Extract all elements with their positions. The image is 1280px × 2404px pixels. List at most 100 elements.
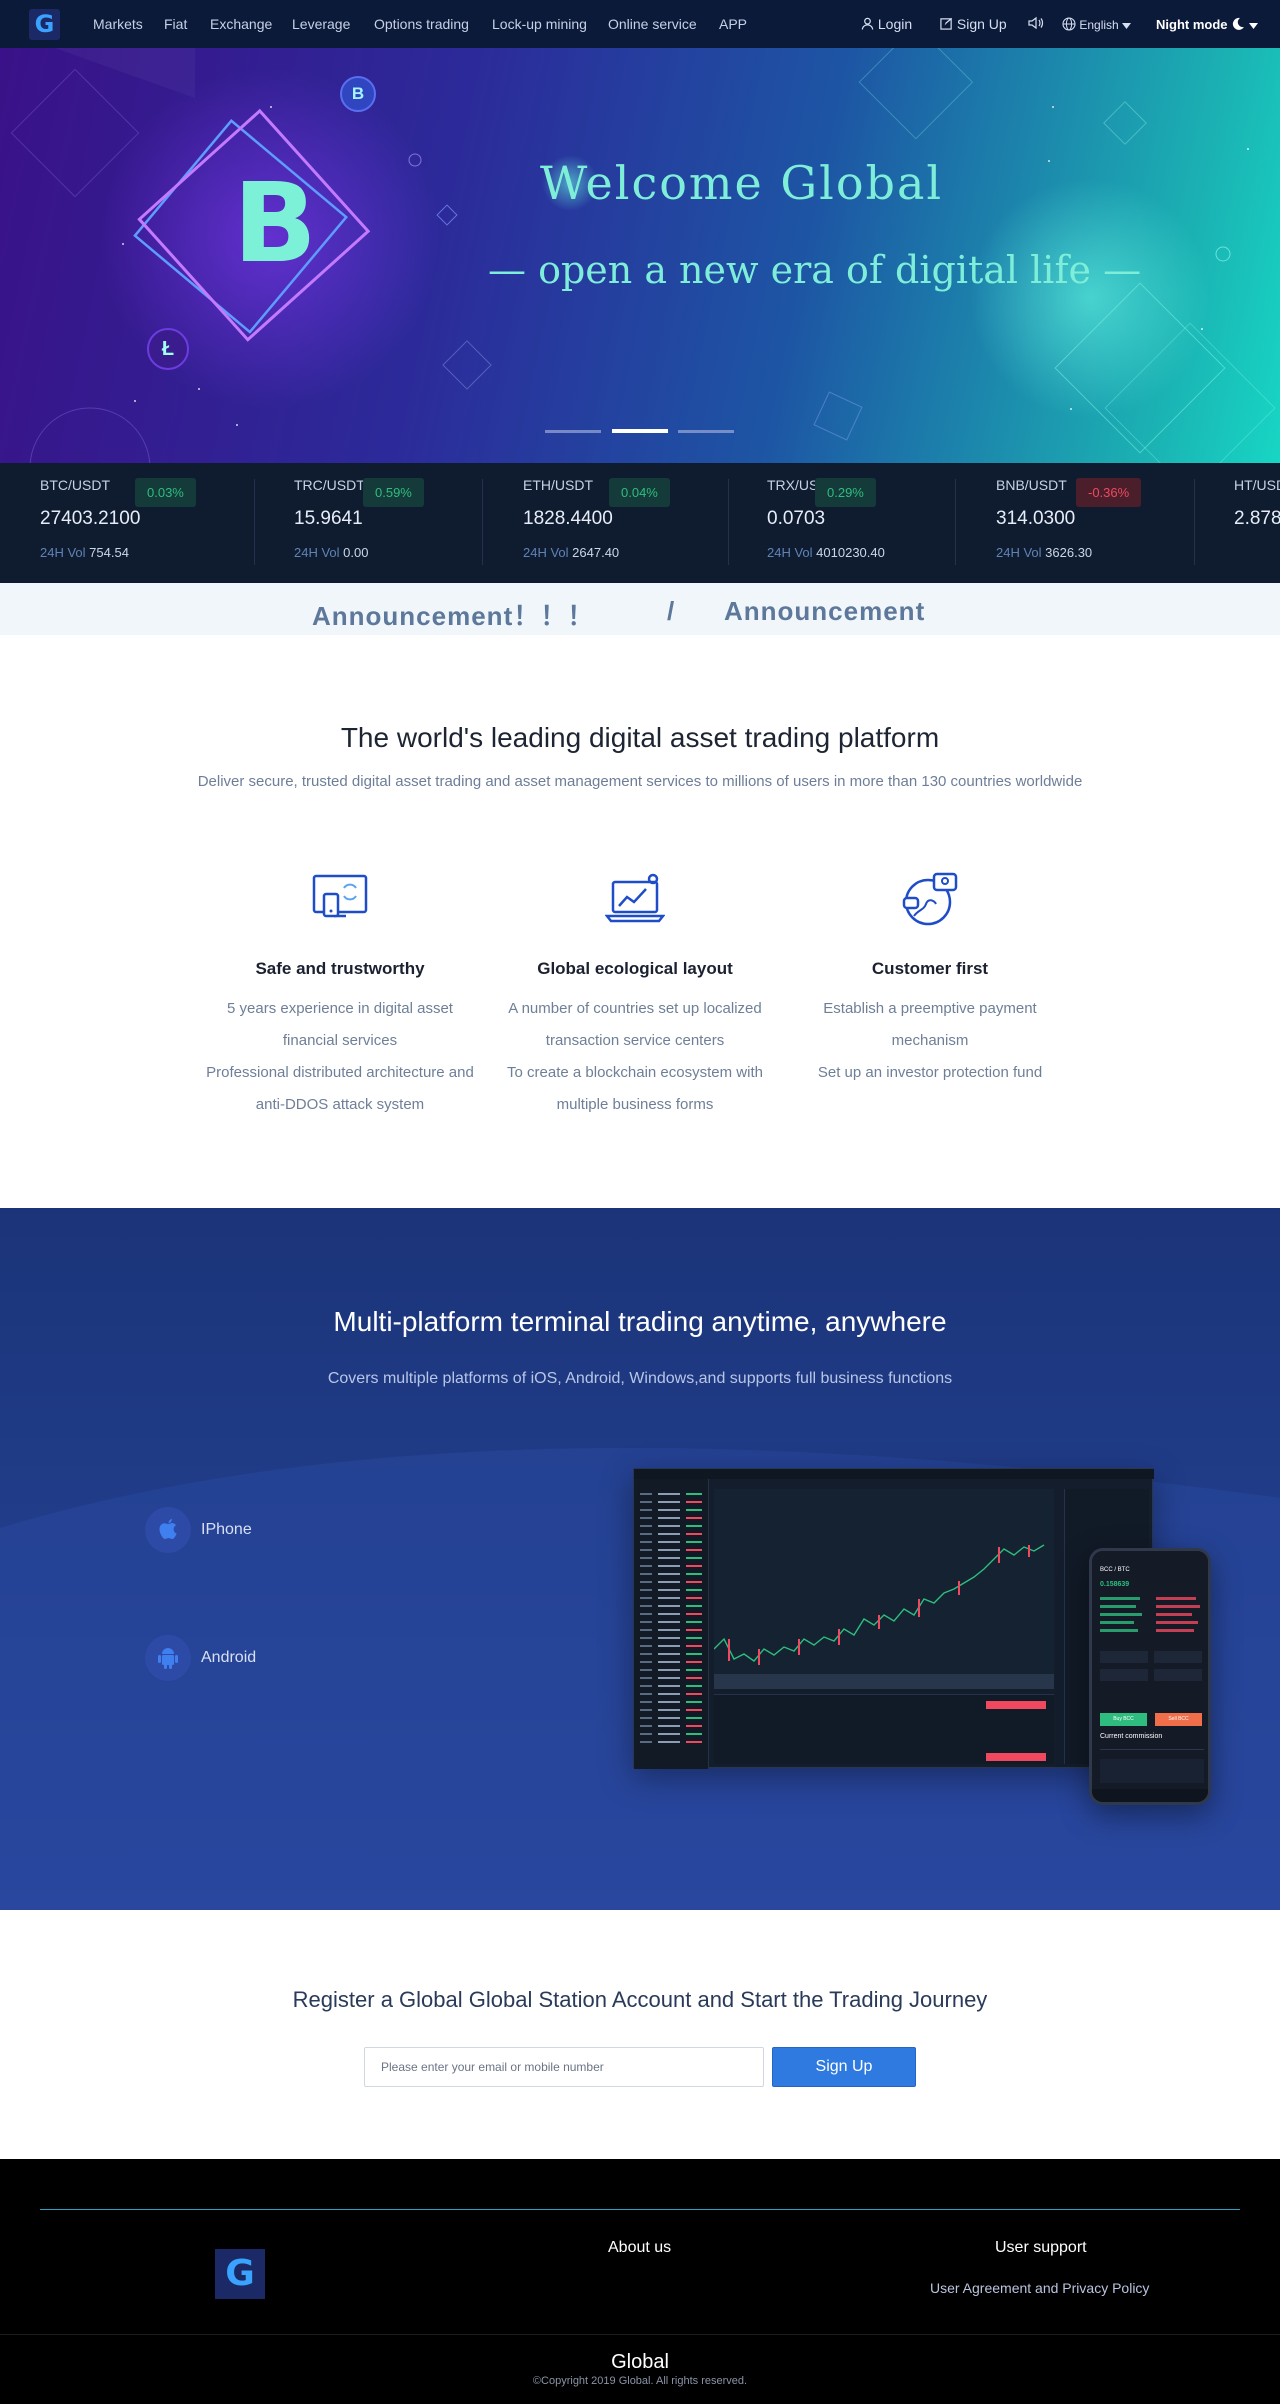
user-icon	[861, 17, 874, 30]
register-signup-button[interactable]: Sign Up	[772, 2047, 916, 2087]
ticker-volume: 24H Vol 4010230.40	[767, 545, 885, 560]
ticker-item[interactable]: ETH/USDT 0.04% 1828.4400 24H Vol 2647.40	[523, 463, 723, 583]
mockup-pair: BCC / BTC	[1100, 1567, 1130, 1573]
carousel-dot-3[interactable]	[678, 430, 734, 433]
ticker-volume: 24H Vol 0.00	[294, 545, 369, 560]
feature-line: A number of countries set up localized	[508, 1000, 762, 1017]
signup-link[interactable]: Sign Up	[940, 16, 1007, 32]
phone-trading-mockup: BCC / BTC 0.158639 Buy BCC Sell BCC Curr…	[1089, 1548, 1211, 1805]
language-select[interactable]: English	[1062, 17, 1132, 32]
carousel-dot-1[interactable]	[545, 430, 601, 433]
email-field[interactable]	[364, 2047, 764, 2087]
ticker-bar: BTC/USDT 0.03% 27403.2100 24H Vol 754.54…	[0, 463, 1280, 583]
platform-section: Multi-platform terminal trading anytime,…	[0, 1208, 1280, 1910]
mockup-commission: Current commission	[1100, 1733, 1163, 1740]
footer-logo-letter: G	[225, 2253, 255, 2294]
nav-markets[interactable]: Markets	[93, 16, 143, 32]
footer-copyright: ©Copyright 2019 Global. All rights reser…	[532, 2375, 748, 2387]
ticker-price: 0.0703	[767, 508, 826, 529]
top-nav: G Markets Fiat Exchange Leverage Options…	[0, 0, 1280, 48]
nav-app[interactable]: APP	[719, 16, 747, 32]
feature-line: 5 years experience in digital asset	[227, 1000, 453, 1017]
ticker-price: 2.878	[1234, 508, 1280, 529]
footer: G About us User support User Agreement a…	[0, 2159, 1280, 2404]
ticker-divider	[482, 479, 483, 565]
feature-title: Safe and trustworthy	[255, 959, 425, 978]
bitcoin-icon: B	[233, 159, 317, 287]
apple-icon	[159, 1519, 177, 1539]
laptop-chart-icon	[604, 873, 666, 923]
carousel-dot-2[interactable]	[612, 429, 668, 433]
signup-label: Sign Up	[956, 16, 1007, 32]
feature-line: multiple business forms	[556, 1096, 714, 1113]
feature-title: Global ecological layout	[537, 959, 733, 978]
hero-title: Welcome Global	[540, 156, 944, 210]
ticker-volume: 24H Vol 754.54	[40, 545, 129, 560]
platform-title: Multi-platform terminal trading anytime,…	[333, 1306, 947, 1337]
ticker-price: 15.9641	[294, 508, 363, 529]
ticker-change: 0.03%	[135, 478, 196, 507]
feature-line: Set up an investor protection fund	[817, 1064, 1043, 1081]
feature-line: mechanism	[891, 1032, 969, 1049]
login-label: Login	[877, 16, 913, 32]
ticker-item[interactable]: TRC/USDT 0.59% 15.9641 24H Vol 0.00	[294, 463, 494, 583]
ticker-pair: ETH/USDT	[523, 477, 593, 493]
ticker-divider	[955, 479, 956, 565]
nav-options-trading[interactable]: Options trading	[374, 16, 469, 32]
footer-brand: Global	[611, 2351, 669, 2373]
moon-icon	[1232, 17, 1245, 30]
footer-support-heading: User support	[995, 2239, 1087, 2256]
language-label: English	[1079, 18, 1119, 32]
orderbook-rows	[640, 1493, 702, 1743]
announcement-separator: /	[667, 596, 675, 626]
desktop-trading-mockup	[633, 1468, 1154, 1769]
announcement-bar: Announcement！！！ / Announcement	[0, 583, 1280, 635]
logo[interactable]: G	[29, 9, 60, 40]
ticker-price: 314.0300	[996, 508, 1076, 529]
caret-down-icon	[1248, 23, 1258, 29]
ticker-volume: 24H Vol 3626.30	[996, 545, 1093, 560]
ticker-change: 0.04%	[609, 478, 670, 507]
nav-leverage[interactable]: Leverage	[292, 16, 350, 32]
night-mode-toggle[interactable]: Night mode	[1156, 17, 1258, 32]
platform-label: IPhone	[201, 1521, 252, 1538]
speaker-icon	[1028, 16, 1044, 30]
shield-device-icon	[312, 874, 368, 918]
nav-lockup-mining[interactable]: Lock-up mining	[492, 16, 587, 32]
logo-letter: G	[34, 10, 55, 38]
ticker-volume: 24H Vol 2647.40	[523, 545, 620, 560]
ticker-item[interactable]: BTC/USDT 0.03% 27403.2100 24H Vol 754.54	[40, 463, 260, 583]
ticker-change: -0.36%	[1076, 478, 1142, 507]
caret-down-icon	[1122, 23, 1132, 29]
feature-line: To create a blockchain ecosystem with	[507, 1064, 763, 1081]
ticker-item[interactable]: TRX/USDT 0.29% 0.0703 24H Vol 4010230.40	[767, 463, 967, 583]
sound-toggle[interactable]	[1028, 16, 1044, 33]
feature-line: financial services	[282, 1032, 398, 1049]
small-bitcoin-icon: B	[340, 76, 376, 112]
night-mode-label: Night mode	[1156, 17, 1228, 32]
feature-card: Safe and trustworthy 5 years experience …	[190, 870, 490, 1121]
register-title: Register a Global Global Station Account…	[292, 1987, 988, 2012]
feature-card: Global ecological layout A number of cou…	[485, 870, 785, 1121]
nav-fiat[interactable]: Fiat	[164, 16, 187, 32]
ticker-item[interactable]: BNB/USDT -0.36% 314.0300 24H Vol 3626.30	[996, 463, 1196, 583]
ticker-item[interactable]: HT/USDT 2.878	[1234, 463, 1280, 583]
nav-online-service[interactable]: Online service	[608, 16, 697, 32]
hero-banner: B B Ł Welcome Global — open a new era of…	[0, 48, 1280, 463]
edit-icon	[940, 17, 953, 30]
platform-description: Covers multiple platforms of iOS, Androi…	[327, 1370, 953, 1387]
feature-line: Establish a preemptive payment	[823, 1000, 1037, 1017]
feature-card: Customer first Establish a preemptive pa…	[780, 870, 1080, 1089]
mockup-sell-button: Sell BCC	[1155, 1713, 1202, 1726]
feature-line: Professional distributed architecture an…	[206, 1064, 474, 1081]
ticker-price: 27403.2100	[40, 508, 141, 529]
announcement-link-2[interactable]: Announcement	[724, 596, 925, 627]
footer-agreement-link[interactable]: User Agreement and Privacy Policy	[930, 2280, 1149, 2296]
login-link[interactable]: Login	[861, 16, 912, 32]
announcement-link-1[interactable]: Announcement！！！	[312, 596, 594, 633]
android-icon	[158, 1648, 178, 1669]
mockup-price: 0.158639	[1100, 1581, 1130, 1588]
nav-exchange[interactable]: Exchange	[210, 16, 272, 32]
ticker-pair: TRC/USDT	[294, 477, 365, 493]
footer-about-heading[interactable]: About us	[608, 2239, 671, 2257]
